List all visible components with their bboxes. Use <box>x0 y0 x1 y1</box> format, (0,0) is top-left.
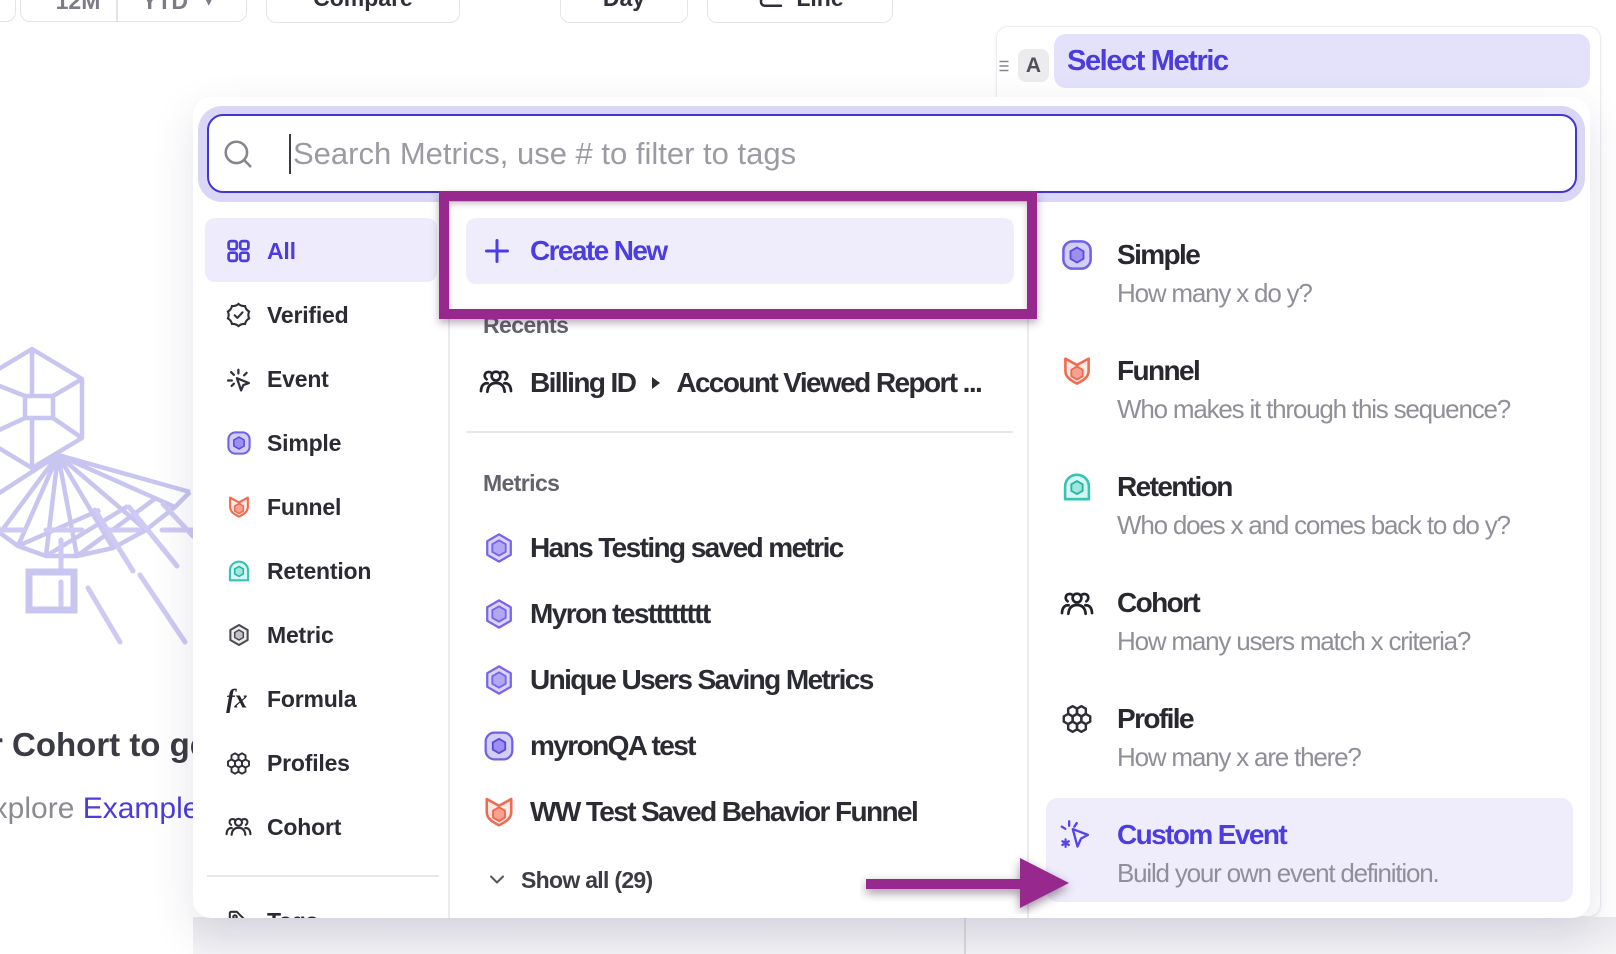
svg-text:fx: fx <box>226 686 247 713</box>
